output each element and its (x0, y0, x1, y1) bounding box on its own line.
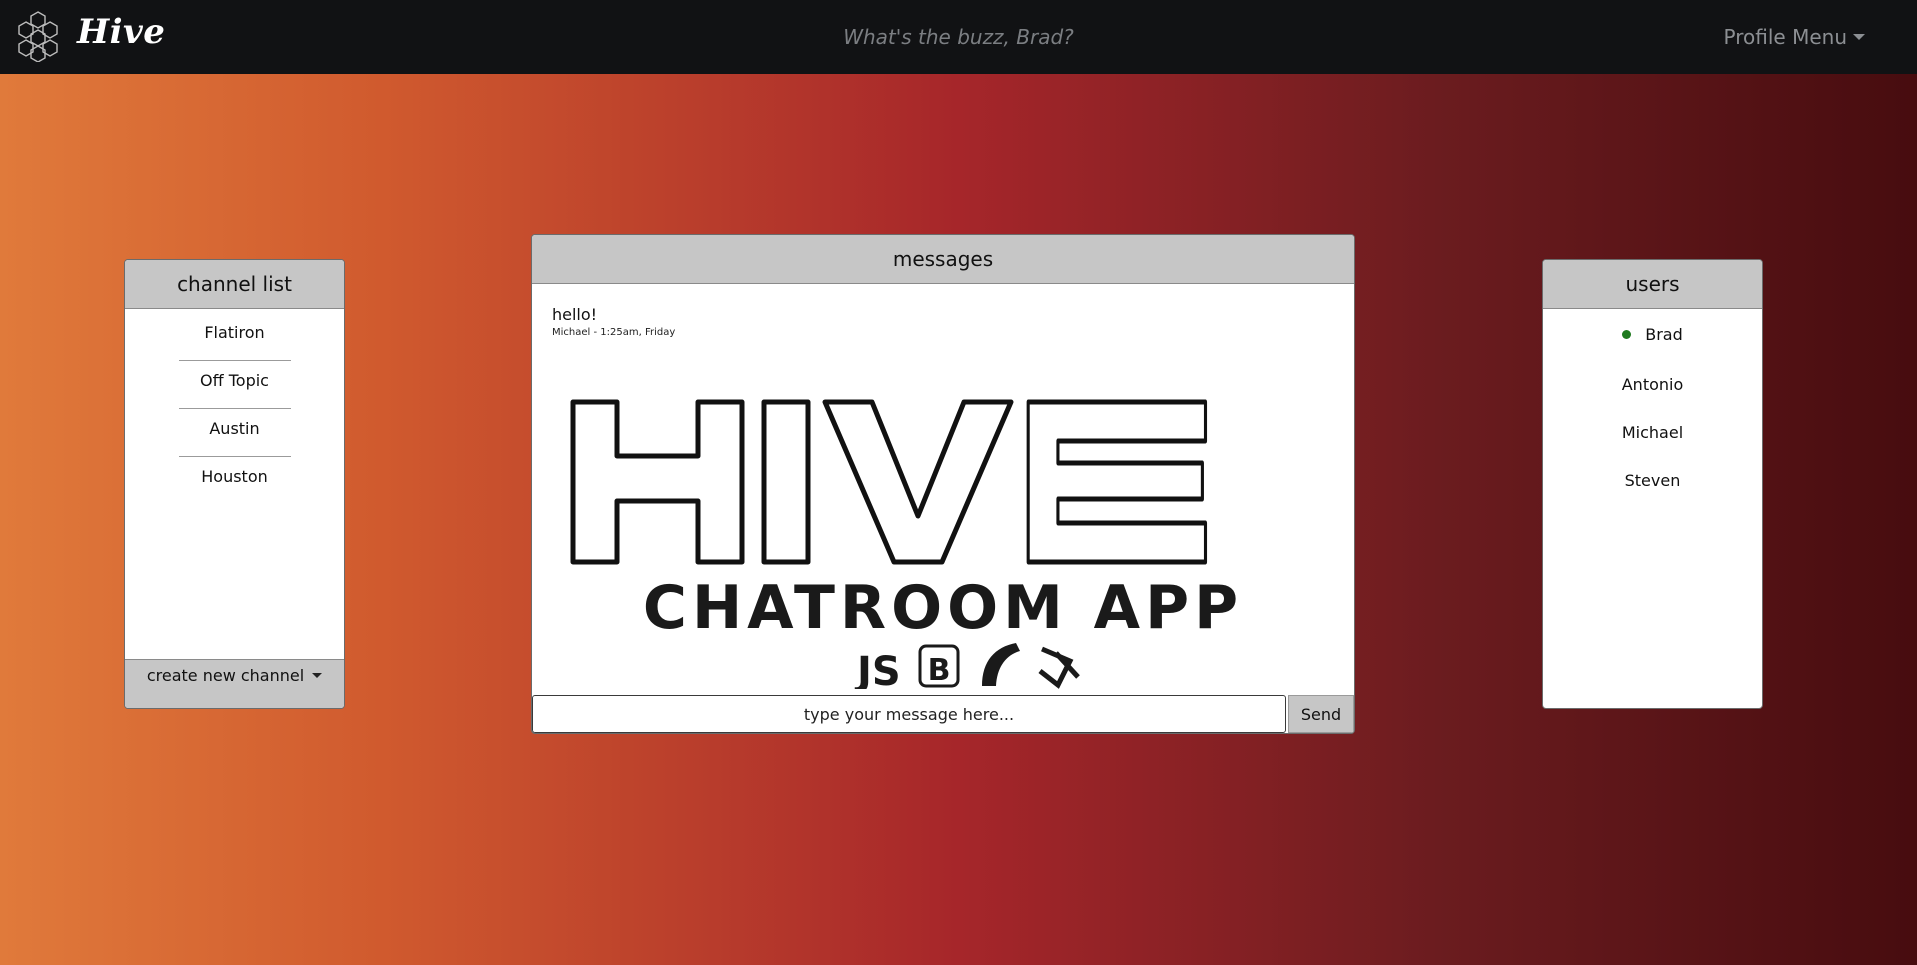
rails-icon (982, 643, 1020, 686)
logo-letter-h (570, 399, 745, 565)
tech-icons: JS B (854, 643, 1080, 689)
hive-chatroom-logo: CHATROOM APP JS B (570, 399, 1243, 689)
user-name: Michael (1621, 423, 1684, 442)
profile-menu-label: Profile Menu (1723, 25, 1847, 49)
channel-item-houston[interactable]: Houston (179, 457, 291, 505)
channel-item-flatiron[interactable]: Flatiron (178, 313, 291, 361)
logo-letter-v (822, 399, 1014, 565)
online-status-icon (1622, 330, 1632, 339)
buzz-prompt: What's the buzz, Brad? (843, 25, 1074, 49)
channel-item-austin[interactable]: Austin (178, 409, 291, 457)
top-navbar: Hive What's the buzz, Brad? Profile Menu (0, 0, 1917, 74)
message-input[interactable] (532, 695, 1286, 733)
users-header: users (1543, 260, 1762, 309)
message-compose-bar: Send (532, 695, 1354, 733)
message-meta: Michael - 1:25am, Friday (552, 327, 676, 338)
actioncable-icon (1038, 646, 1080, 689)
user-item-antonio[interactable]: Antonio (1543, 361, 1762, 409)
channel-list: Flatiron Off Topic Austin Houston (125, 309, 344, 505)
javascript-icon: JS (854, 649, 901, 689)
messages-header: messages (532, 235, 1354, 284)
logo-letter-i (761, 399, 811, 565)
messages-panel: messages hello! Michael - 1:25am, Friday… (531, 234, 1355, 734)
user-item-steven[interactable]: Steven (1543, 457, 1762, 505)
logo-subtitle: CHATROOM APP (643, 573, 1243, 643)
users-panel: users Brad Antonio Michael Steven (1542, 259, 1763, 709)
logo-letter-e (1026, 399, 1208, 565)
user-name: Steven (1624, 471, 1681, 490)
message-text: hello! (552, 305, 598, 324)
chevron-down-icon (312, 673, 323, 678)
user-list: Brad Antonio Michael Steven (1543, 309, 1762, 505)
svg-text:B: B (928, 653, 951, 688)
channel-list-header: channel list (125, 260, 344, 309)
profile-menu-dropdown[interactable]: Profile Menu (1724, 25, 1865, 49)
create-channel-dropdown[interactable]: create new channel (125, 659, 344, 708)
chevron-down-icon (1853, 34, 1865, 40)
channel-list-panel: channel list Flatiron Off Topic Austin H… (124, 259, 345, 709)
user-item-michael[interactable]: Michael (1543, 409, 1762, 457)
channel-item-off-topic[interactable]: Off Topic (178, 361, 291, 409)
create-channel-label: create new channel (146, 666, 305, 685)
user-name: Brad (1645, 325, 1683, 344)
user-item-brad[interactable]: Brad (1543, 309, 1762, 361)
bootstrap-icon: B (918, 644, 960, 688)
user-name: Antonio (1621, 375, 1684, 394)
message-item: hello! Michael - 1:25am, Friday (552, 305, 675, 338)
send-button[interactable]: Send (1288, 695, 1354, 733)
